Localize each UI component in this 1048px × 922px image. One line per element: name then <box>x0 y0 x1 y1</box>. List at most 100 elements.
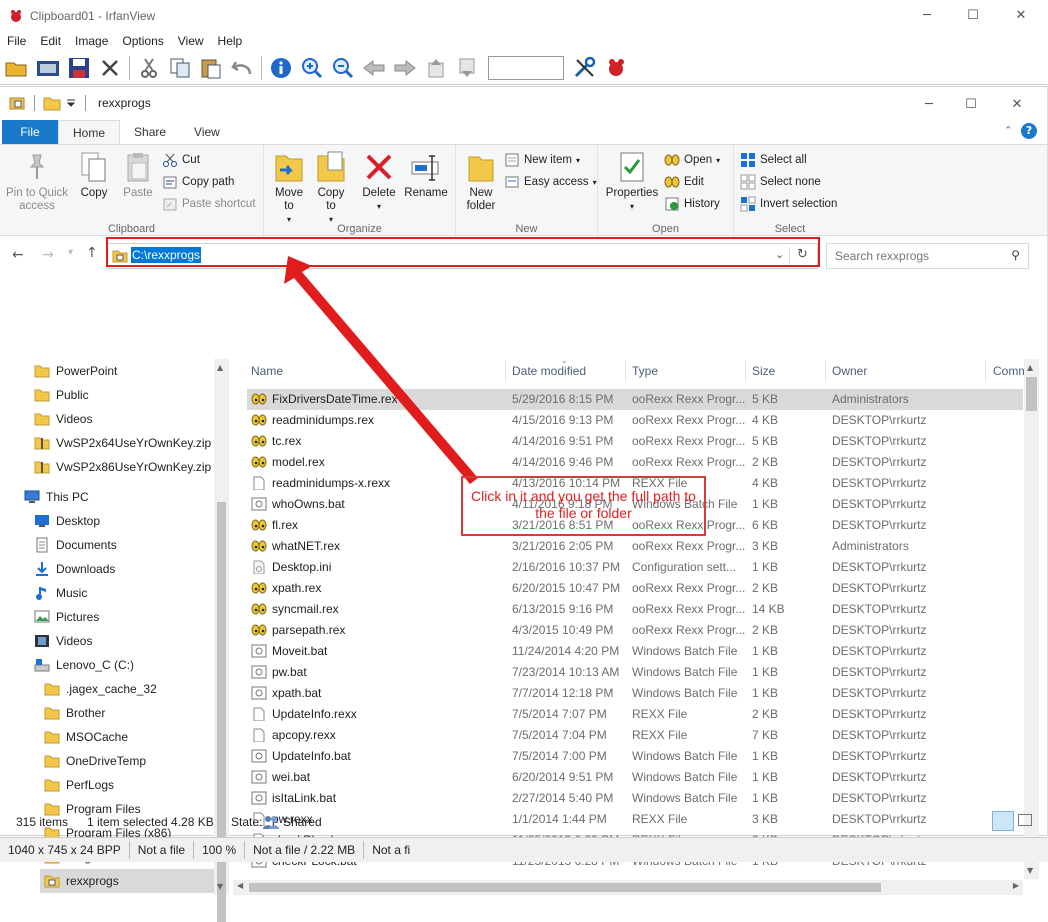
scroll-left-icon[interactable]: ◀ <box>237 881 243 890</box>
delete-button[interactable]: Delete ▾ <box>360 149 398 213</box>
tree-item[interactable]: Downloads <box>30 557 214 581</box>
column-size[interactable]: Size <box>752 364 775 378</box>
menu-help[interactable]: Help <box>211 34 250 48</box>
delete-icon[interactable] <box>96 54 124 82</box>
tree-item[interactable]: Documents <box>30 533 214 557</box>
file-row[interactable]: FixDriversDateTime.rex 5/29/2016 8:15 PM o… <box>247 389 1023 410</box>
copy-to-button[interactable]: Copy to ▾ <box>312 149 350 226</box>
paste-shortcut-button[interactable]: Paste shortcut <box>162 194 256 214</box>
select-all-button[interactable]: Select all <box>740 150 807 170</box>
open-folder-icon[interactable] <box>3 54 31 82</box>
menu-view[interactable]: View <box>171 34 211 48</box>
edit-button[interactable]: Edit <box>664 172 704 192</box>
file-row[interactable]: whatNET.rex 3/21/2016 2:05 PM ooRexx Rexx … <box>247 536 1023 557</box>
tree-item[interactable]: Public <box>30 383 214 407</box>
tree-item[interactable]: rexxprogs <box>40 869 214 893</box>
file-list-scrollbar[interactable]: ▲ ▼ <box>1024 359 1039 879</box>
cut-icon[interactable] <box>135 54 163 82</box>
info-icon[interactable] <box>267 54 295 82</box>
file-scroll-thumb[interactable] <box>1026 377 1037 411</box>
file-row[interactable]: isItaLink.bat 2/27/2014 5:40 PM Windows Ba… <box>247 788 1023 809</box>
up-arrow-icon[interactable]: ↑ <box>86 245 98 261</box>
file-row[interactable]: wei.bat 6/20/2014 9:51 PM Windows Batch Fi… <box>247 767 1023 788</box>
explorer-close-button[interactable]: ✕ <box>994 89 1040 120</box>
h-scroll-thumb[interactable] <box>249 883 881 892</box>
large-icons-view-icon[interactable] <box>1018 814 1032 826</box>
file-row[interactable]: readminidumps.rex 4/15/2016 9:13 PM ooRexx… <box>247 410 1023 431</box>
help-icon[interactable]: ? <box>1021 123 1037 139</box>
zoom-box[interactable] <box>488 56 564 80</box>
undo-icon[interactable] <box>228 54 256 82</box>
new-item-button[interactable]: New item ▾ <box>504 150 580 170</box>
scroll-up-icon[interactable]: ▲ <box>1027 363 1033 372</box>
customize-quick-access-icon[interactable] <box>65 95 77 111</box>
tab-share[interactable]: Share <box>120 120 180 144</box>
file-row[interactable]: Moveit.bat 11/24/2014 4:20 PM Windows Batc… <box>247 641 1023 662</box>
tree-item[interactable]: This PC <box>20 485 214 509</box>
menu-edit[interactable]: Edit <box>33 34 68 48</box>
save-icon[interactable] <box>65 54 93 82</box>
last-page-icon[interactable] <box>453 54 481 82</box>
paste-icon[interactable] <box>197 54 225 82</box>
open-button[interactable]: Open ▾ <box>664 150 720 170</box>
easy-access-button[interactable]: Easy access ▾ <box>504 172 597 192</box>
copy-path-button[interactable]: Copy path <box>162 172 234 192</box>
recent-chevron-icon[interactable]: ▾ <box>68 247 73 258</box>
file-row[interactable]: UpdateInfo.bat 7/5/2014 7:00 PM Windows Ba… <box>247 746 1023 767</box>
properties-button[interactable]: Properties ▾ <box>604 149 660 213</box>
tree-item[interactable]: Brother <box>40 701 214 725</box>
forward-arrow-icon[interactable]: → <box>42 247 54 263</box>
details-view-icon[interactable] <box>992 811 1014 831</box>
tab-file[interactable]: File <box>2 120 58 144</box>
column-date-modified[interactable]: Date modified <box>512 364 586 378</box>
column-type[interactable]: Type <box>632 364 658 378</box>
tree-item[interactable]: MSOCache <box>40 725 214 749</box>
menu-image[interactable]: Image <box>68 34 115 48</box>
tab-view[interactable]: View <box>180 120 234 144</box>
slideshow-icon[interactable] <box>34 54 62 82</box>
previous-icon[interactable] <box>360 54 388 82</box>
zoom-in-icon[interactable] <box>298 54 326 82</box>
column-name[interactable]: Name <box>251 364 283 378</box>
explorer-minimize-button[interactable]: ─ <box>906 89 952 120</box>
search-input[interactable]: Search rexxprogs ⚲ <box>826 243 1029 269</box>
column-owner[interactable]: Owner <box>832 364 867 378</box>
properties-quick-icon[interactable] <box>8 95 26 111</box>
tree-item[interactable]: Pictures <box>30 605 214 629</box>
next-icon[interactable] <box>391 54 419 82</box>
file-row[interactable]: parsepath.rex 4/3/2015 10:49 PM ooRexx Rex… <box>247 620 1023 641</box>
file-row[interactable]: apcopy.rexx 7/5/2014 7:04 PM REXX File 7 KB… <box>247 725 1023 746</box>
history-button[interactable]: History <box>664 194 720 214</box>
tree-item[interactable]: PerfLogs <box>40 773 214 797</box>
scroll-down-icon[interactable]: ▼ <box>217 882 223 891</box>
maximize-button[interactable]: ☐ <box>950 0 996 31</box>
file-row[interactable]: model.rex 4/14/2016 9:46 PM ooRexx Rexx Pr… <box>247 452 1023 473</box>
zoom-out-icon[interactable] <box>329 54 357 82</box>
tree-item[interactable]: VwSP2x64UseYrOwnKey.zip <box>30 431 214 455</box>
menu-file[interactable]: File <box>0 34 33 48</box>
pin-to-quick-access-button[interactable]: Pin to Quick access <box>6 149 68 213</box>
file-row[interactable]: Desktop.ini 2/16/2016 10:37 PM Configurati… <box>247 557 1023 578</box>
file-row[interactable]: UpdateInfo.rexx 7/5/2014 7:07 PM REXX File… <box>247 704 1023 725</box>
tree-item[interactable]: Lenovo_C (C:) <box>30 653 214 677</box>
copy-button[interactable]: Copy <box>74 149 114 200</box>
invert-selection-button[interactable]: Invert selection <box>740 194 837 214</box>
file-row[interactable]: xpath.bat 7/7/2014 12:18 PM Windows Batch … <box>247 683 1023 704</box>
select-none-button[interactable]: Select none <box>740 172 821 192</box>
tree-item[interactable]: Videos <box>30 629 214 653</box>
minimize-button[interactable]: ─ <box>904 0 950 31</box>
first-page-icon[interactable] <box>422 54 450 82</box>
new-folder-button[interactable]: New folder <box>462 149 500 213</box>
rename-button[interactable]: Rename <box>404 149 448 200</box>
explorer-maximize-button[interactable]: ☐ <box>948 89 994 120</box>
paste-button[interactable]: Paste <box>118 149 158 200</box>
back-arrow-icon[interactable]: ← <box>12 247 24 263</box>
file-list-hscrollbar[interactable]: ◀ ▶ <box>233 880 1023 895</box>
file-row[interactable]: xpath.rex 6/20/2015 10:47 PM ooRexx Rexx P… <box>247 578 1023 599</box>
menu-options[interactable]: Options <box>115 34 170 48</box>
file-row[interactable]: syncmail.rex 6/13/2015 9:16 PM ooRexx Rexx… <box>247 599 1023 620</box>
tree-item[interactable]: VwSP2x86UseYrOwnKey.zip <box>30 455 214 479</box>
scroll-down-icon[interactable]: ▼ <box>1027 866 1033 875</box>
new-folder-quick-icon[interactable] <box>43 95 61 111</box>
file-row[interactable]: tc.rex 4/14/2016 9:51 PM ooRexx Rexx Progr… <box>247 431 1023 452</box>
